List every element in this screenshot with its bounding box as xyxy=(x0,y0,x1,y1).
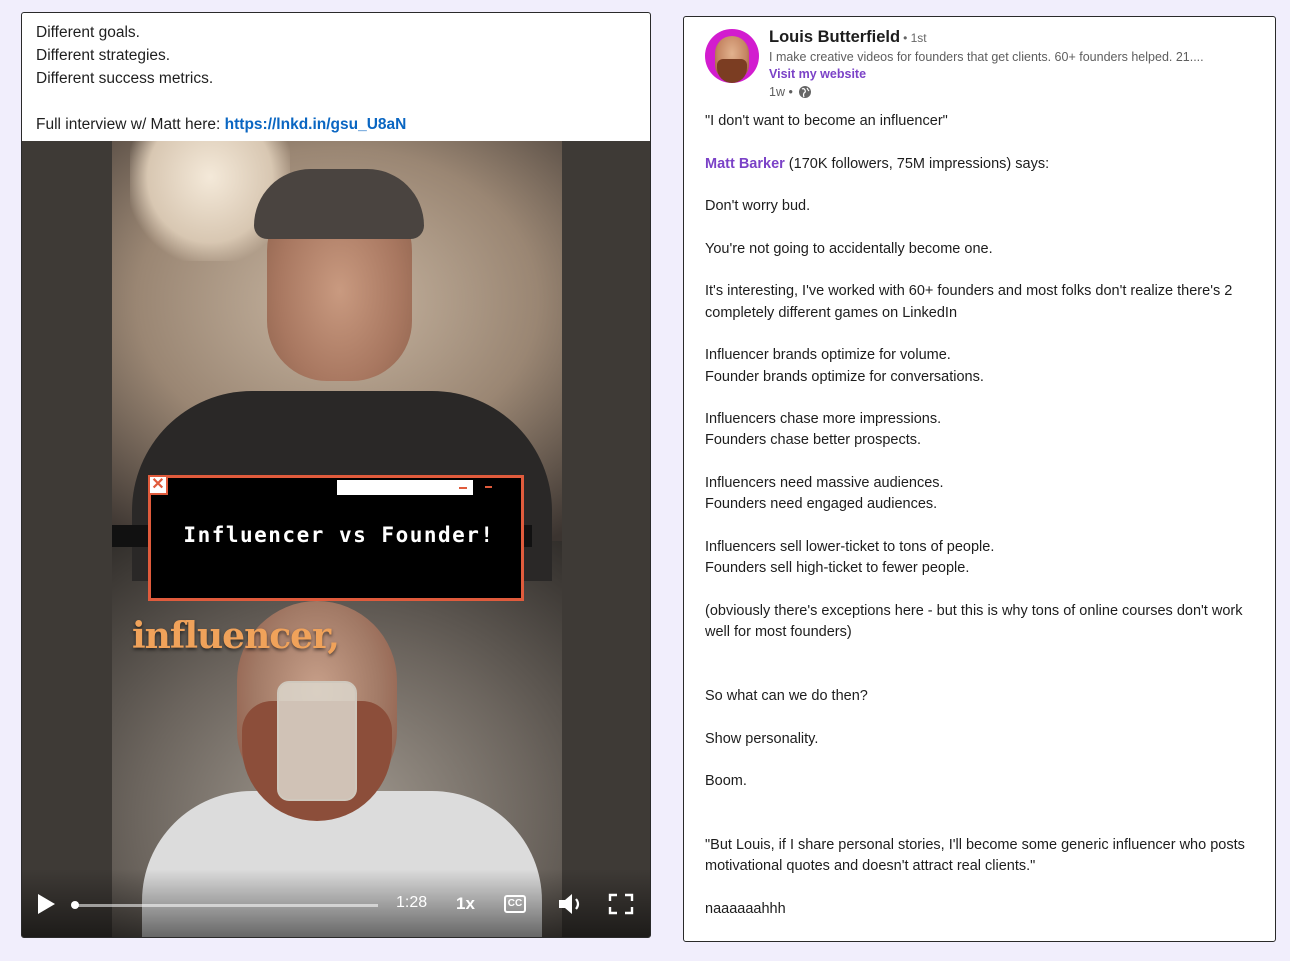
paragraph: Boom. xyxy=(705,773,747,790)
progress-knob[interactable] xyxy=(71,901,80,909)
video-caption: influencer, xyxy=(132,615,340,657)
paragraph: Don't worry bud. xyxy=(705,198,811,215)
paragraph: Founders chase better prospects. xyxy=(705,432,922,449)
video-post-card: Different goals. Different strategies. D… xyxy=(21,12,651,938)
time-remaining: 1:28 xyxy=(396,894,428,911)
paragraph: naaaaaahhh xyxy=(705,900,786,917)
mention-rest: (170K followers, 75M impressions) says: xyxy=(784,155,1050,172)
paragraph: (obviously there's exceptions here - but… xyxy=(705,602,1243,641)
post-line: Different strategies. xyxy=(36,47,171,64)
video-player[interactable]: ✕ Influencer vs Founder! influencer, 1:2… xyxy=(22,141,650,937)
paragraph: Founder brands optimize for conversation… xyxy=(705,368,984,385)
post-meta: 1w • xyxy=(769,85,812,99)
paragraph: Matt Barker (170K followers, 75M impress… xyxy=(705,154,1265,175)
paragraph: It's interesting, I've worked with 60+ f… xyxy=(705,283,1233,321)
jar xyxy=(277,681,357,801)
overlay-title: Influencer vs Founder! xyxy=(183,523,495,547)
interview-prefix: Full interview w/ Matt here: xyxy=(36,116,225,133)
paragraph: "I don't want to become an influencer" xyxy=(705,113,948,129)
speaker-cap xyxy=(254,169,424,239)
minimize-icon xyxy=(485,486,492,488)
post-line: Different success metrics. xyxy=(36,70,214,87)
avatar-beard xyxy=(717,59,747,83)
avatar[interactable] xyxy=(705,29,759,83)
interview-link[interactable]: https://lnkd.in/gsu_U8aN xyxy=(225,116,407,133)
post-age: 1w • xyxy=(769,85,793,99)
video-side-left xyxy=(22,141,112,937)
paragraph: So what can we do then? xyxy=(705,688,868,705)
author-name-text[interactable]: Louis Butterfield xyxy=(769,28,900,46)
paragraph: Influencers sell lower-ticket to tons of… xyxy=(705,538,995,555)
paragraph: "But Louis, if I share personal stories,… xyxy=(705,837,1245,875)
paragraph: Show personality. xyxy=(705,730,819,747)
paragraph: You're not going to accidentally become … xyxy=(705,240,993,257)
paragraph: Influencer brands optimize for volume. xyxy=(705,347,951,364)
speed-button[interactable]: 1x xyxy=(456,894,475,914)
post-body: "I don't want to become an influencer" M… xyxy=(705,111,1265,920)
video-side-right xyxy=(562,141,650,937)
author-name[interactable]: Louis Butterfield • 1st xyxy=(769,28,927,47)
paragraph: Founders need engaged audiences. xyxy=(705,496,938,513)
post-text: Different goals. Different strategies. D… xyxy=(22,13,650,136)
mention-link[interactable]: Matt Barker xyxy=(705,156,785,172)
fullscreen-icon[interactable] xyxy=(608,893,634,915)
close-icon: ✕ xyxy=(148,475,168,495)
overlay-titlebar xyxy=(337,480,473,495)
connection-degree: • 1st xyxy=(903,31,927,45)
volume-icon[interactable] xyxy=(557,891,587,917)
globe-icon xyxy=(798,86,811,98)
paragraph: Influencers need massive audiences. xyxy=(705,475,944,492)
text-post-card: Louis Butterfield • 1st I make creative v… xyxy=(683,16,1276,942)
author-headline: I make creative videos for founders that… xyxy=(769,50,1204,64)
paragraph: Founders sell high-ticket to fewer peopl… xyxy=(705,560,970,577)
progress-bar[interactable] xyxy=(71,901,378,909)
play-icon[interactable] xyxy=(38,894,55,914)
visit-website-link[interactable]: Visit my website xyxy=(769,67,866,81)
interview-line: Full interview w/ Matt here: https://lnk… xyxy=(36,113,636,136)
video-controls: 1:28 1x CC xyxy=(22,869,650,937)
overlay-window: ✕ Influencer vs Founder! xyxy=(148,475,524,601)
paragraph: Influencers chase more impressions. xyxy=(705,411,942,428)
closed-captions-icon[interactable]: CC xyxy=(504,895,526,913)
post-line: Different goals. xyxy=(36,24,140,41)
